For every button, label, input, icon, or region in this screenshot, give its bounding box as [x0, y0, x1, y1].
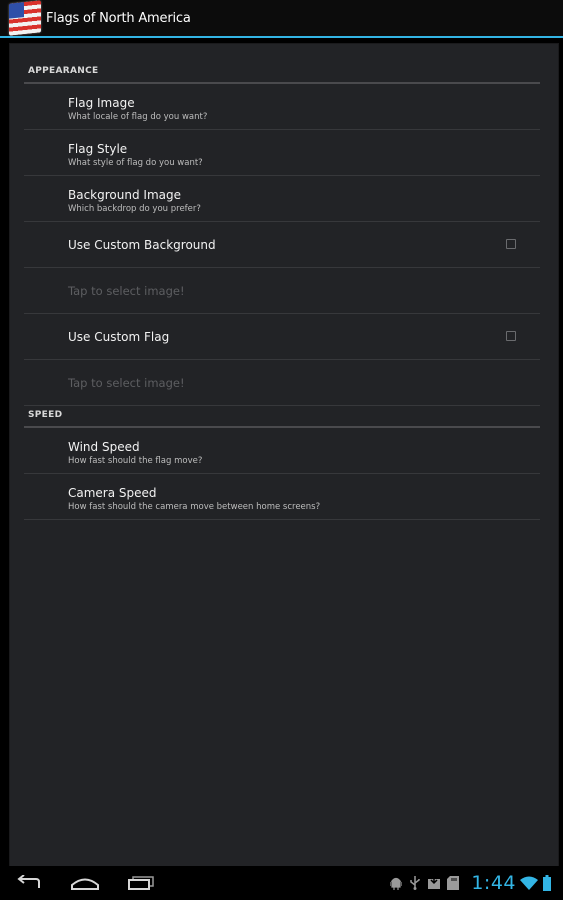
settings-content: APPEARANCE Flag Image What locale of fla…	[0, 38, 563, 866]
pref-summary: Which backdrop do you prefer?	[68, 204, 201, 214]
pref-title: Flag Image	[68, 96, 135, 110]
usb-icon	[408, 875, 422, 891]
status-area[interactable]: 1:44	[389, 866, 563, 900]
pref-use-custom-flag[interactable]: Use Custom Flag	[24, 315, 540, 360]
pref-select-flag-image: Tap to select image!	[24, 361, 540, 406]
pref-title: Use Custom Background	[68, 238, 216, 252]
battery-icon	[543, 875, 551, 891]
section-header-appearance: APPEARANCE	[24, 64, 540, 84]
action-bar: Flags of North America	[0, 0, 563, 38]
pref-title: Flag Style	[68, 142, 128, 156]
pref-camera-speed[interactable]: Camera Speed How fast should the camera …	[24, 475, 540, 520]
back-icon[interactable]	[12, 872, 46, 894]
pref-summary: How fast should the flag move?	[68, 456, 203, 466]
download-icon	[427, 875, 441, 891]
pref-title: Wind Speed	[68, 440, 140, 454]
settings-panel: APPEARANCE Flag Image What locale of fla…	[10, 44, 558, 866]
pref-select-background-image: Tap to select image!	[24, 269, 540, 314]
pref-summary: What locale of flag do you want?	[68, 112, 208, 122]
recent-apps-icon[interactable]	[124, 872, 158, 894]
app-title: Flags of North America	[46, 10, 191, 26]
pref-use-custom-background[interactable]: Use Custom Background	[24, 223, 540, 268]
home-icon[interactable]	[68, 872, 102, 894]
pref-background-image[interactable]: Background Image Which backdrop do you p…	[24, 177, 540, 222]
wifi-icon	[520, 875, 538, 891]
system-bar: 1:44	[0, 866, 563, 900]
pref-title: Tap to select image!	[68, 284, 185, 298]
pref-flag-image[interactable]: Flag Image What locale of flag do you wa…	[24, 85, 540, 130]
pref-title: Background Image	[68, 188, 181, 202]
pref-title: Use Custom Flag	[68, 330, 170, 344]
pref-summary: What style of flag do you want?	[68, 158, 203, 168]
clock: 1:44	[471, 872, 516, 894]
sd-card-icon	[446, 875, 460, 891]
custom-flag-checkbox[interactable]	[506, 331, 516, 341]
android-debug-icon	[389, 875, 403, 891]
pref-title: Camera Speed	[68, 486, 157, 500]
section-header-speed: SPEED	[24, 408, 540, 428]
pref-flag-style[interactable]: Flag Style What style of flag do you wan…	[24, 131, 540, 176]
pref-title: Tap to select image!	[68, 376, 185, 390]
pref-wind-speed[interactable]: Wind Speed How fast should the flag move…	[24, 429, 540, 474]
flag-app-icon[interactable]	[9, 0, 41, 36]
custom-background-checkbox[interactable]	[506, 239, 516, 249]
pref-summary: How fast should the camera move between …	[68, 502, 321, 512]
